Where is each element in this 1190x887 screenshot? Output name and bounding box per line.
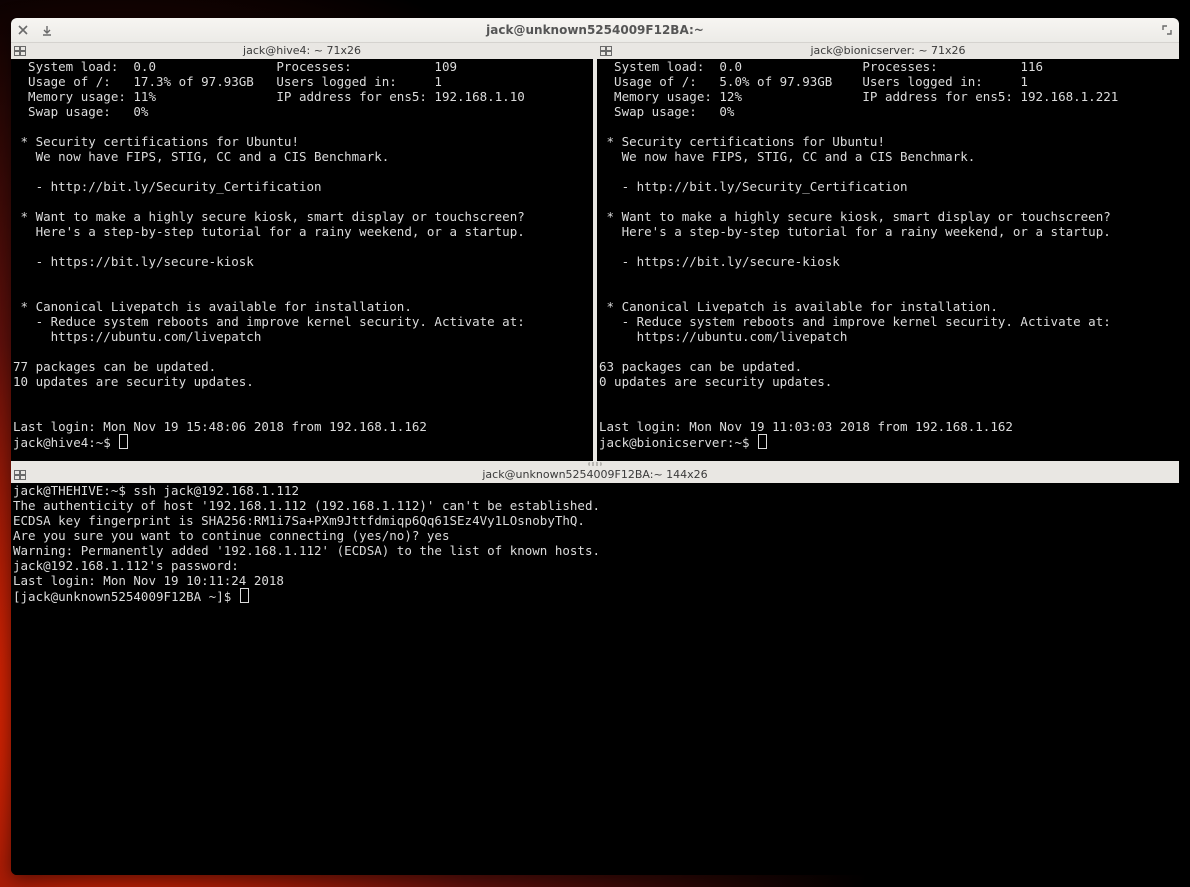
pane-layout-button[interactable] xyxy=(11,467,29,483)
close-button[interactable] xyxy=(11,18,35,42)
grid-icon xyxy=(14,470,26,480)
cursor-icon xyxy=(119,434,128,449)
pane-title-label: jack@hive4: ~ 71x26 xyxy=(11,43,593,59)
pane-title-label: jack@unknown5254009F12BA:~ 144x26 xyxy=(11,467,1179,483)
pane-title-label: jack@bionicserver: ~ 71x26 xyxy=(597,43,1179,59)
terminal-top-left[interactable]: System load: 0.0 Processes: 109 Usage of… xyxy=(11,59,593,461)
minimize-button[interactable] xyxy=(35,18,59,42)
pane-top-right: jack@bionicserver: ~ 71x26 System load: … xyxy=(597,43,1179,461)
cursor-icon xyxy=(240,588,249,603)
terminal-prompt: jack@bionicserver:~$ xyxy=(599,435,757,450)
window-titlebar[interactable]: jack@unknown5254009F12BA:~ xyxy=(11,18,1179,43)
terminal-output: System load: 0.0 Processes: 116 Usage of… xyxy=(599,59,1118,434)
close-icon xyxy=(17,24,29,36)
top-pane-row: jack@hive4: ~ 71x26 System load: 0.0 Pro… xyxy=(11,43,1179,461)
terminal-output: jack@THEHIVE:~$ ssh jack@192.168.1.112 T… xyxy=(13,483,600,588)
pane-titlebar-top-right[interactable]: jack@bionicserver: ~ 71x26 xyxy=(597,43,1179,59)
minimize-icon xyxy=(41,24,53,36)
maximize-button[interactable] xyxy=(1155,18,1179,42)
terminal-top-right[interactable]: System load: 0.0 Processes: 116 Usage of… xyxy=(597,59,1179,461)
grid-icon xyxy=(14,46,26,56)
pane-top-left: jack@hive4: ~ 71x26 System load: 0.0 Pro… xyxy=(11,43,597,461)
pane-bottom: jack@unknown5254009F12BA:~ 144x26 jack@T… xyxy=(11,467,1179,875)
pane-layout-button[interactable] xyxy=(11,43,29,59)
pane-titlebar-bottom[interactable]: jack@unknown5254009F12BA:~ 144x26 xyxy=(11,467,1179,483)
pane-layout-button[interactable] xyxy=(597,43,615,59)
terminal-output: System load: 0.0 Processes: 109 Usage of… xyxy=(13,59,525,434)
pane-titlebar-top-left[interactable]: jack@hive4: ~ 71x26 xyxy=(11,43,593,59)
terminal-prompt: jack@hive4:~$ xyxy=(13,435,118,450)
cursor-icon xyxy=(758,434,767,449)
terminal-bottom[interactable]: jack@THEHIVE:~$ ssh jack@192.168.1.112 T… xyxy=(11,483,1179,875)
maximize-icon xyxy=(1161,24,1173,36)
terminator-window: jack@unknown5254009F12BA:~ jack@hive4: ~… xyxy=(11,18,1179,875)
terminal-prompt: [jack@unknown5254009F12BA ~]$ xyxy=(13,589,239,604)
window-title: jack@unknown5254009F12BA:~ xyxy=(11,23,1179,37)
grid-icon xyxy=(600,46,612,56)
